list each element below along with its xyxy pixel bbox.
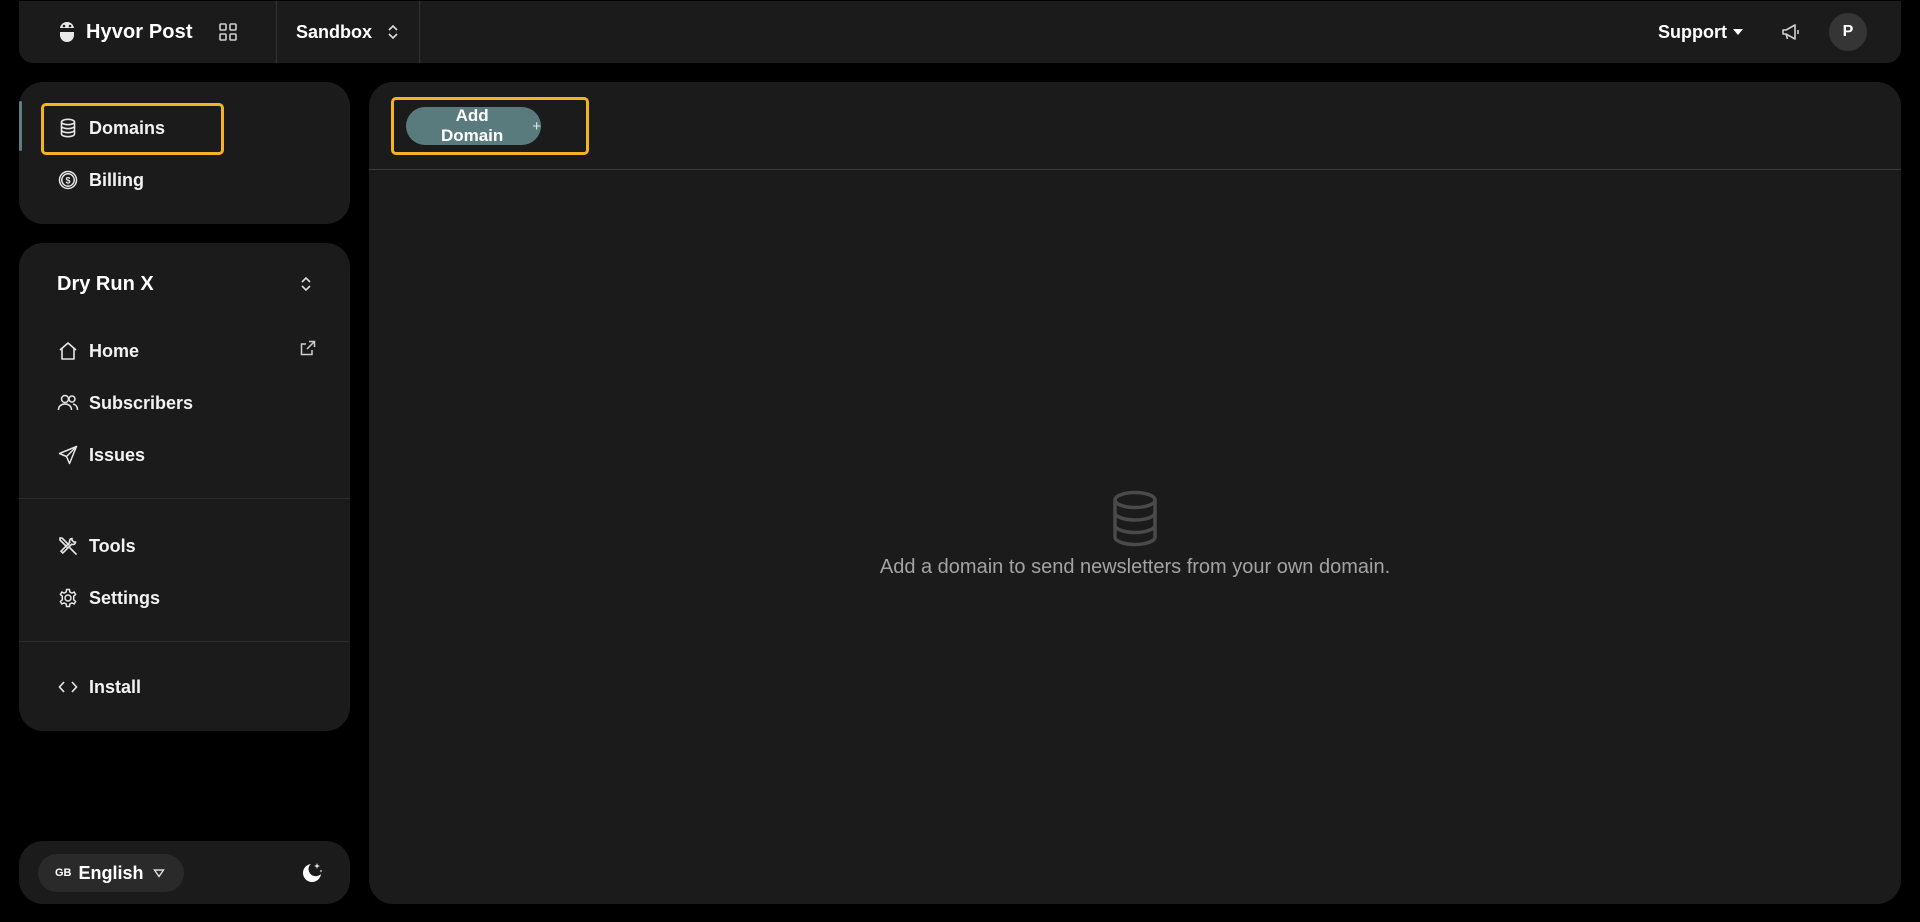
sidebar-item-settings[interactable]: Settings [19, 576, 160, 620]
megaphone-icon[interactable] [1781, 23, 1801, 41]
empty-state: Add a domain to send newsletters from yo… [369, 490, 1901, 579]
send-icon [57, 444, 79, 466]
support-menu[interactable]: Support [1658, 22, 1743, 43]
brand[interactable]: Hyvor Post [19, 1, 277, 63]
sidebar-item-label: Billing [89, 169, 144, 190]
sidebar-item-home[interactable]: Home [19, 329, 139, 373]
plus-icon: + [532, 117, 541, 135]
sidebar-divider [19, 498, 350, 499]
sidebar-item-label: Settings [89, 587, 161, 608]
external-link-icon[interactable] [300, 340, 316, 356]
avatar-initial: P [1842, 23, 1854, 40]
sidebar-item-label: Home [89, 340, 140, 361]
gear-icon [57, 587, 79, 609]
database-icon [1111, 490, 1159, 548]
sidebar-footer: GB English [19, 841, 350, 904]
project-switcher[interactable]: Sandbox [277, 1, 420, 63]
sidebar-item-issues[interactable]: Issues [19, 433, 145, 477]
code-icon [57, 676, 79, 698]
sidebar-item-tools[interactable]: Tools [19, 524, 136, 568]
sidebar-item-domains[interactable]: Domains [19, 106, 165, 150]
sidebar-divider [19, 641, 350, 642]
apps-grid-icon[interactable] [219, 23, 237, 41]
database-icon [57, 117, 79, 139]
hyvor-logo-icon [59, 21, 75, 43]
project-name: Sandbox [296, 21, 373, 42]
sidebar-item-label: Domains [89, 117, 166, 138]
add-domain-button[interactable]: Add Domain + [406, 106, 541, 145]
tools-icon [57, 535, 79, 557]
empty-state-message: Add a domain to send newsletters from yo… [879, 556, 1391, 578]
chevron-up-down-icon[interactable] [300, 276, 312, 292]
caret-down-icon [152, 868, 165, 878]
chevron-up-down-icon [387, 24, 399, 40]
moon-stars-icon[interactable] [300, 861, 324, 885]
home-icon [57, 340, 79, 362]
svg-text:$: $ [65, 176, 70, 186]
brand-name: Hyvor Post [86, 20, 193, 43]
main-content: Add Domain + Add a domain to send newsle… [369, 82, 1901, 904]
sidebar-item-label: Install [89, 676, 142, 697]
sidebar-item-label: Tools [89, 535, 136, 556]
dollar-circle-icon: $ [57, 169, 79, 191]
avatar[interactable]: P [1829, 13, 1867, 51]
add-domain-label: Add Domain [440, 106, 504, 145]
users-icon [57, 392, 79, 414]
top-bar: Hyvor Post Sandbox Support P [19, 1, 1901, 63]
sidebar-workspace-card: Dry Run X Home Subscribers Issues Tools … [19, 243, 350, 731]
workspace-name[interactable]: Dry Run X [57, 273, 154, 296]
language-label: English [78, 862, 144, 883]
support-label: Support [1658, 21, 1727, 42]
sidebar-item-subscribers[interactable]: Subscribers [19, 381, 193, 425]
language-selector[interactable]: GB English [38, 854, 184, 892]
caret-down-icon [1733, 29, 1743, 35]
sidebar-item-install[interactable]: Install [19, 665, 141, 709]
sidebar-item-label: Issues [89, 444, 146, 465]
flag-gb-icon: GB [55, 867, 72, 879]
sidebar-org-card: Domains $ Billing [19, 82, 350, 224]
sidebar-item-billing[interactable]: $ Billing [19, 158, 144, 202]
main-header: Add Domain + [369, 82, 1901, 170]
sidebar-item-label: Subscribers [89, 392, 194, 413]
